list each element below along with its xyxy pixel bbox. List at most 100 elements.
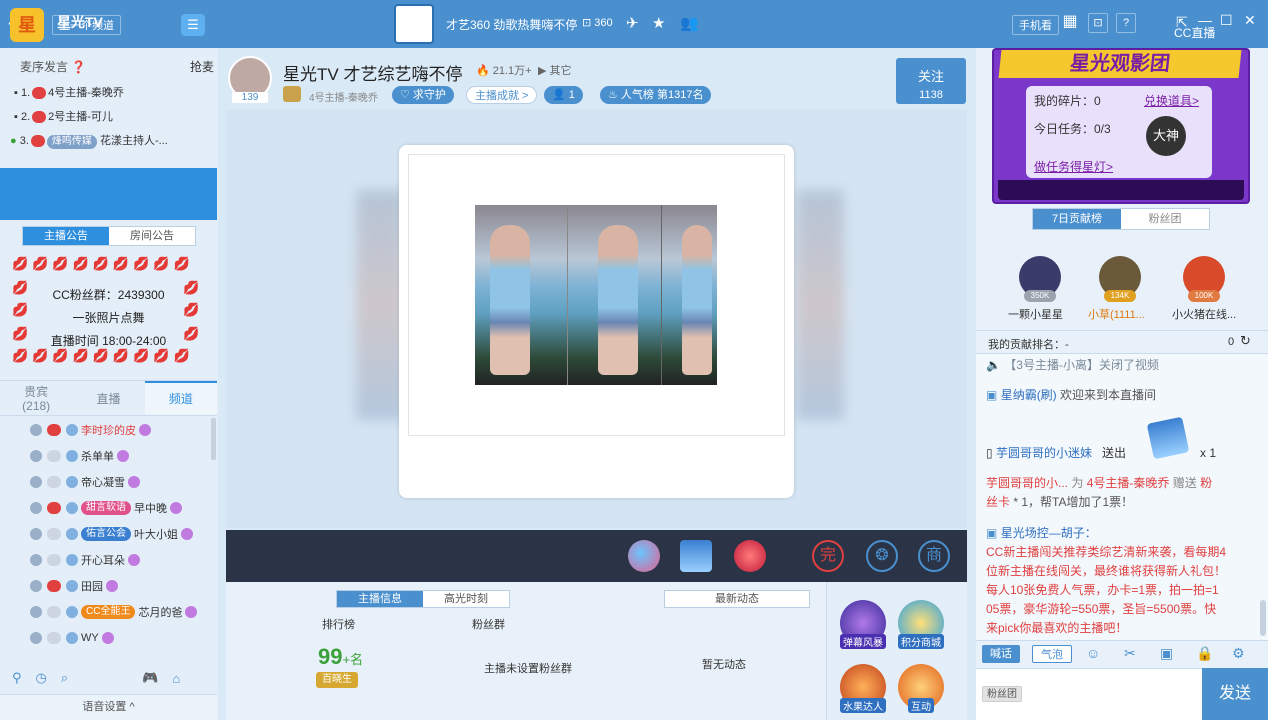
channel-header [0,168,217,220]
chat-scrollbar[interactable] [1260,600,1266,636]
chat-sender[interactable]: 芋圆哥哥的小迷妹 [996,446,1092,460]
announcement-tabs: 主播公告 房间公告 [22,226,196,246]
vip-icon [66,450,78,462]
send-button[interactable]: 发送 [1202,668,1268,720]
tab-fan-club[interactable]: 粉丝团 [1121,209,1209,229]
member-row[interactable]: WY [30,628,114,648]
tab-room-announcement[interactable]: 房间公告 [109,227,195,245]
scissors-icon[interactable]: ✂ [1124,645,1136,662]
balloon-gift-icon[interactable] [628,540,660,572]
guard-button[interactable]: ♡ 求守护 [392,86,454,104]
vip-icon [66,502,78,514]
star-icon[interactable]: ★ [652,14,665,32]
member-row[interactable]: 田园 [30,576,118,596]
grid-icon[interactable]: ▦ [1060,13,1080,33]
latest-news-tab[interactable]: 最新动态 [664,590,810,608]
shop-icon[interactable]: 商 [918,540,950,572]
phone-view-button[interactable]: 手机看 [1012,15,1059,35]
seat-row[interactable]: ● 3. 烽鸣传媒 花漾主持人-... [10,132,168,149]
seat-row[interactable]: ▪ 2. 2号主播-可儿 [14,108,113,124]
gamepad-icon[interactable]: 🎮 [142,670,158,686]
badge-icon [117,450,129,462]
home-icon[interactable]: ⌂ [172,671,180,686]
chat-user[interactable]: 星纳霸(刷) [1001,388,1057,402]
settings-icon[interactable]: ⚙ [1232,645,1245,662]
seat-name: 2号主播-可儿 [48,111,113,123]
member-row[interactable]: 帝心凝雪 [30,472,140,492]
maximize-button[interactable]: ☐ [1220,12,1233,29]
member-list-scrollbar[interactable] [211,418,216,460]
flower-gift-icon[interactable] [734,540,766,572]
tab-highlights[interactable]: 高光时刻 [423,591,509,607]
viewers-button[interactable]: 👤 1 [544,86,583,104]
my-rank-value: 0 [1228,336,1235,348]
member-row[interactable]: 杀单单 [30,446,129,466]
users-icon[interactable]: 👥 [680,14,699,32]
member-name: 李时珍的皮 [81,425,136,437]
info-icon[interactable]: ❓ [71,60,86,74]
member-name: 杀单单 [81,451,114,463]
top-fan-name[interactable]: 小草(1111... [1088,306,1145,322]
top-fan-name[interactable]: 一颗小星星 [1008,306,1063,322]
photo-pane [568,205,662,385]
category-label: 其它 [549,65,572,77]
tab-channel[interactable]: 频道 [144,381,217,415]
my-rank-label: 我的贡献排名：- [988,339,1069,351]
channel-name: 星光TV [57,14,103,30]
tab-guests-label: 贵宾 [24,385,49,399]
grab-seat-button[interactable]: 抢麦 [190,58,214,75]
refresh-icon[interactable]: ↻ [1240,333,1251,349]
member-row[interactable]: 甜言软语 早中晚 [30,498,182,518]
member-row[interactable]: CC全能王 芯月的爸 [30,602,198,622]
plane-icon[interactable]: ✈ [626,14,639,32]
member-row[interactable]: 佑言公会 叶大小姐 [30,524,193,544]
member-tag: 佑言公会 [81,527,131,541]
category[interactable]: ▶ 其它 [538,62,572,78]
cc-brand-logo: CC直播 [1174,26,1216,40]
shout-button[interactable]: 喊话 [982,645,1020,663]
ticket-gift-icon[interactable] [680,540,712,572]
badge-icon [170,502,182,514]
clock-icon[interactable]: ◷ [36,670,47,686]
top-fan-badge: 100K [1188,290,1220,302]
emoji-icon[interactable]: ☺ [1086,645,1100,661]
chat-host-text: 05票，豪华游轮=550票，圣旨=5500票。快 [986,602,1217,616]
tab-live[interactable]: 直播 [72,381,144,415]
image-icon[interactable]: ▣ [1160,645,1173,662]
host-name: 4号主播-秦晚乔 [309,93,378,104]
popularity-button[interactable]: ♨ 人气榜 第1317名 [600,86,712,104]
top-fan-name[interactable]: 小火猪在线... [1172,306,1236,322]
location-icon[interactable]: ⚲ [12,670,22,686]
voice-settings-button[interactable]: 语音设置 ^ [0,694,217,720]
chat-host-name[interactable]: 星光场控—胡子： [1001,526,1097,540]
close-button[interactable]: ✕ [1244,12,1256,29]
room-count-value: 360 [594,17,613,29]
member-tag: 甜言软语 [81,501,131,515]
achievement-button[interactable]: 主播成就 > [466,86,538,104]
follow-button[interactable]: 关注 1138 [896,58,966,104]
do-task-link[interactable]: 做任务得星灯> [1034,158,1113,175]
chat-gifter: 芋圆哥哥的小... [986,476,1069,490]
member-status-icon [30,554,42,566]
exchange-link[interactable]: 兑换道具> [1144,92,1199,109]
bag-icon[interactable]: ❂ [866,540,898,572]
tab-7day-contribution[interactable]: 7日贡献榜 [1033,209,1121,229]
search-icon[interactable]: ⌕ [61,670,68,686]
seat-row[interactable]: ▪ 1. 4号主播-秦晚乔 [14,84,124,100]
member-row[interactable]: 李时珍的皮 [30,420,151,440]
screenshot-icon[interactable]: ⊡ [1088,13,1108,33]
badge-icon [106,580,118,592]
tab-host-announcement[interactable]: 主播公告 [23,227,109,245]
lock-icon[interactable]: 🔒 [1196,645,1213,662]
menu-icon[interactable]: ☰ [181,14,205,36]
tab-host-info[interactable]: 主播信息 [337,591,423,607]
finish-icon[interactable]: 完 [812,540,844,572]
fan-club-chip[interactable]: 粉丝团 [982,686,1022,702]
help-button[interactable]: ? [1116,13,1136,33]
chat-gift-word: 赠送 [1172,476,1197,490]
tab-guests[interactable]: 贵宾 (218) [0,381,72,415]
bubble-button[interactable]: 气泡 [1032,645,1072,663]
room-count: ⊡ 360 [582,17,613,29]
member-row[interactable]: 开心耳朵 [30,550,140,570]
rank-value[interactable]: 99+名 [318,644,363,670]
